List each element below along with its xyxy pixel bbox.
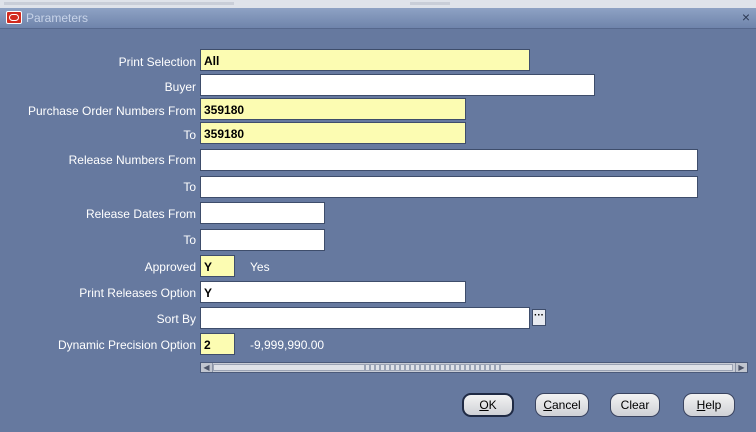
approved-field[interactable]: Y (200, 255, 235, 277)
release-from-label: Release Numbers From (68, 153, 196, 167)
strip-segment (410, 2, 450, 5)
dynamic-precision-description: -9,999,990.00 (250, 338, 325, 352)
print-selection-label: Print Selection (118, 55, 196, 69)
buyer-field[interactable] (200, 74, 595, 96)
cancel-button-mnemonic: C (543, 398, 552, 412)
release-dates-from-field[interactable] (200, 202, 325, 224)
dynamic-precision-field[interactable]: 2 (200, 333, 235, 355)
scroll-right-icon[interactable]: ▶ (735, 363, 747, 372)
release-dates-to-label: To (183, 233, 196, 247)
po-from-field[interactable]: 359180 (200, 98, 466, 120)
po-to-label: To (183, 128, 196, 142)
po-to-field[interactable]: 359180 (200, 122, 466, 144)
help-button[interactable]: Help (683, 393, 735, 417)
print-selection-field[interactable]: All (200, 49, 530, 71)
help-button-label: elp (705, 398, 722, 412)
oracle-logo-icon (6, 11, 22, 24)
po-from-label: Purchase Order Numbers From (27, 104, 196, 118)
clear-button[interactable]: Clear (610, 393, 660, 417)
print-releases-label: Print Releases Option (79, 286, 196, 300)
ellipsis-icon[interactable]: ··· (532, 309, 546, 326)
approved-description: Yes (250, 260, 270, 274)
release-from-field[interactable] (200, 149, 698, 171)
window-title: Parameters (26, 11, 89, 25)
cancel-button[interactable]: Cancel (535, 393, 589, 417)
sort-by-label: Sort By (156, 312, 196, 326)
sort-by-field[interactable] (200, 307, 530, 329)
ok-button-mnemonic: O (479, 398, 489, 412)
top-strip (0, 0, 756, 8)
print-releases-field[interactable]: Y (200, 281, 466, 303)
scroll-left-icon[interactable]: ◀ (201, 363, 213, 372)
cancel-button-label: ancel (551, 398, 581, 412)
dynamic-precision-label: Dynamic Precision Option (57, 338, 196, 352)
scroll-thumb[interactable] (213, 364, 733, 371)
release-to-field[interactable] (200, 176, 698, 198)
strip-segment (4, 2, 234, 5)
scroll-grip (364, 365, 504, 370)
release-to-label: To (183, 180, 196, 194)
release-dates-to-field[interactable] (200, 229, 325, 251)
buyer-label: Buyer (164, 80, 196, 94)
ok-button-label: K (488, 398, 497, 412)
release-dates-from-label: Release Dates From (85, 207, 196, 221)
close-icon[interactable]: × (742, 9, 750, 25)
ok-button[interactable]: OK (462, 393, 514, 417)
horizontal-scrollbar[interactable]: ◀ ▶ (200, 362, 748, 373)
title-bar: Parameters × (0, 8, 756, 29)
approved-label: Approved (144, 260, 196, 274)
